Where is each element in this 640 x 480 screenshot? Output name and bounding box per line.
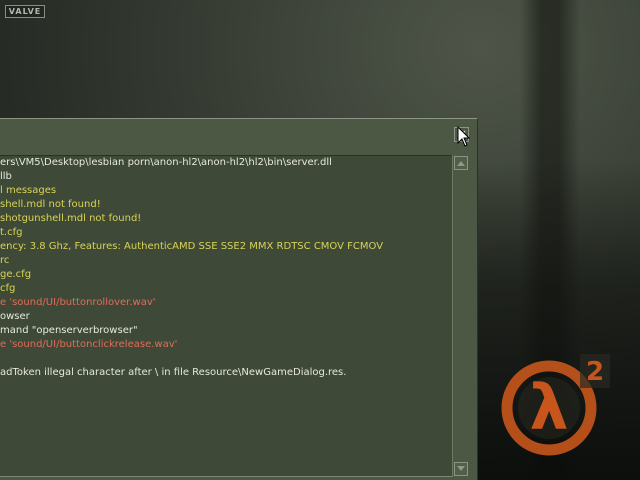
console-line: mand "openserverbrowser" <box>0 325 138 336</box>
down-arrow-icon <box>457 466 465 471</box>
console-line: shotgunshell.mdl not found! <box>0 213 142 224</box>
console-line: t.cfg <box>0 227 23 238</box>
console-line: ers\VM5\Desktop\lesbian porn\anon-hl2\an… <box>0 157 332 168</box>
console-line: shell.mdl not found! <box>0 199 101 210</box>
console-line: owser <box>0 311 30 322</box>
console-line: ency: 3.8 Ghz, Features: AuthenticAMD SS… <box>0 241 384 252</box>
console-line: e 'sound/UI/buttonclickrelease.wav' <box>0 339 178 350</box>
console-line: adToken illegal character after \ in fil… <box>0 367 347 378</box>
console-line: ge.cfg <box>0 269 32 280</box>
console-line: rc <box>0 255 10 266</box>
mouse-pointer-icon <box>457 126 471 147</box>
console-line: llb <box>0 171 12 182</box>
console-titlebar[interactable] <box>0 119 477 153</box>
console-line: l messages <box>0 185 57 196</box>
logo-lambda: λ <box>529 371 568 444</box>
console-window: ers\VM5\Desktop\lesbian porn\anon-hl2\an… <box>0 118 478 480</box>
logo-number: 2 <box>586 357 604 387</box>
console-line: cfg <box>0 283 16 294</box>
up-arrow-icon <box>457 161 465 166</box>
valve-logo: VALVE <box>5 5 45 18</box>
scroll-up-button[interactable] <box>454 156 468 170</box>
scroll-down-button[interactable] <box>454 462 468 476</box>
console-line: e 'sound/UI/buttonrollover.wav' <box>0 297 156 308</box>
vertical-scrollbar[interactable] <box>452 155 469 477</box>
console-output[interactable]: ers\VM5\Desktop\lesbian porn\anon-hl2\an… <box>0 155 452 477</box>
half-life-2-logo: λ 2 <box>501 354 610 456</box>
